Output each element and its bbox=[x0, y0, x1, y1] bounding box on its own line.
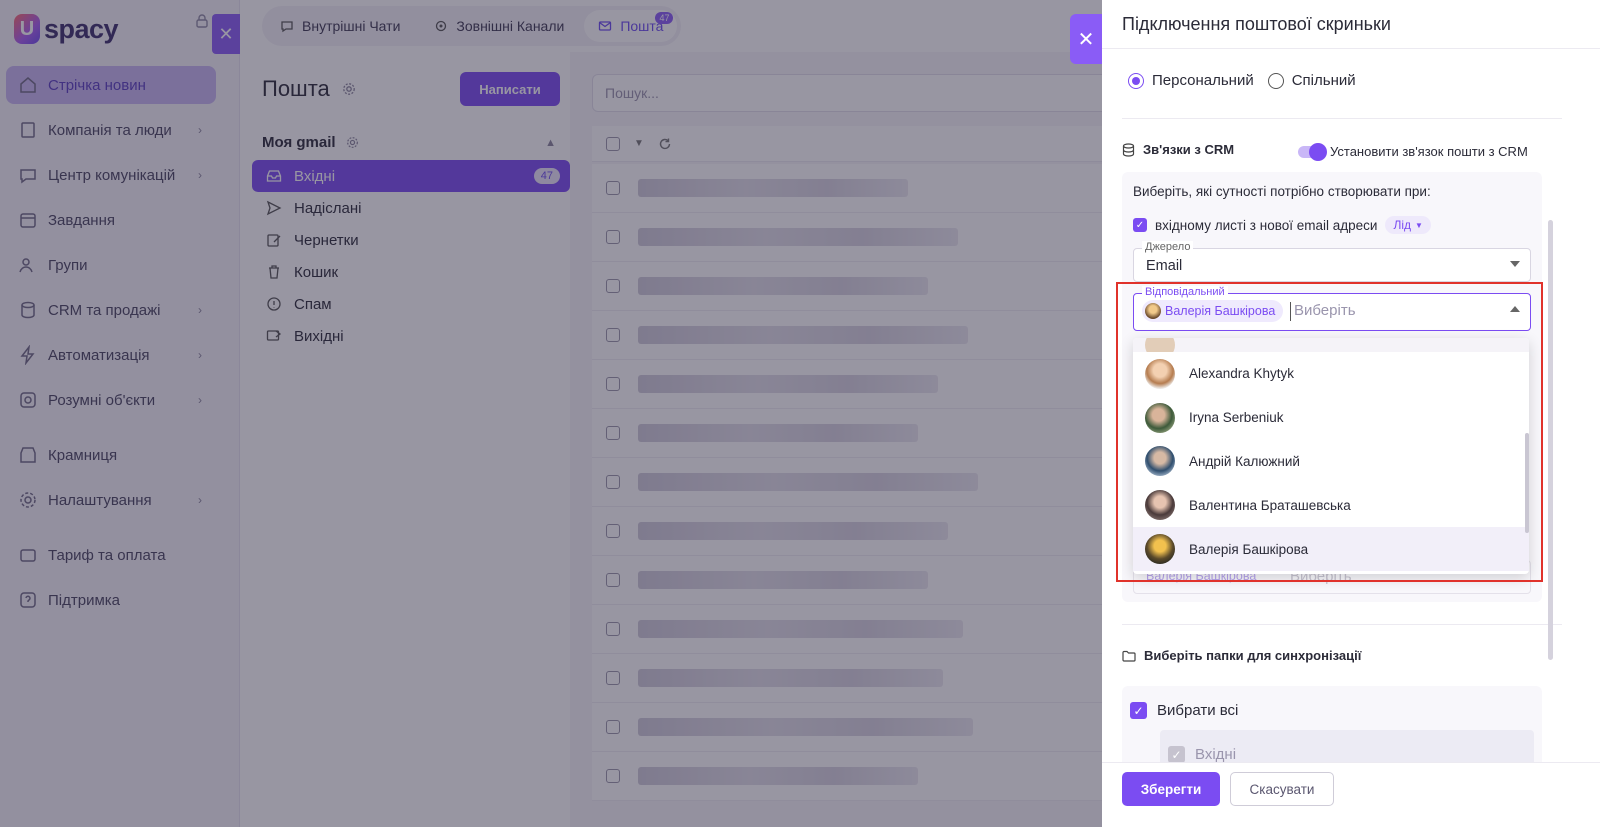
field-label: Джерело bbox=[1142, 241, 1194, 253]
radio-label: Спільний bbox=[1291, 72, 1356, 89]
drawer-scrollbar[interactable] bbox=[1548, 220, 1553, 660]
mailbox-type-radio-group: Персональний Спільний bbox=[1128, 72, 1356, 89]
toggle-switch[interactable] bbox=[1298, 142, 1327, 161]
sync-folder-label: Вхідні bbox=[1195, 746, 1237, 763]
folder-icon bbox=[1122, 650, 1136, 662]
annotation-highlight-box bbox=[1116, 282, 1543, 582]
field-value: Email bbox=[1146, 258, 1183, 274]
close-icon: ✕ bbox=[1077, 28, 1095, 51]
sync-section-header: Виберіть папки для синхронізації bbox=[1122, 648, 1361, 663]
entity-label: Лід bbox=[1393, 218, 1411, 232]
crm-toggle[interactable]: Установити зв'язок пошти з CRM bbox=[1298, 142, 1528, 161]
select-all-folders[interactable]: ✓ Вибрати всі bbox=[1130, 702, 1238, 719]
radio-label: Персональний bbox=[1152, 72, 1254, 89]
database-icon bbox=[1122, 142, 1135, 157]
app-root: U spacy ✕ Стрічка новин Компанія та люди ›… bbox=[0, 0, 1600, 827]
drawer-title: Підключення поштової скриньки bbox=[1122, 14, 1391, 34]
toggle-label: Установити зв'язок пошти з CRM bbox=[1330, 144, 1528, 159]
cancel-button[interactable]: Скасувати bbox=[1230, 772, 1334, 806]
radio-dot[interactable] bbox=[1128, 72, 1144, 89]
divider bbox=[1122, 624, 1562, 625]
drawer-footer: Зберегти Скасувати bbox=[1102, 762, 1600, 827]
drawer-close-button[interactable]: ✕ bbox=[1070, 14, 1102, 64]
divider bbox=[1102, 48, 1600, 49]
checkbox-checked[interactable]: ✓ bbox=[1133, 218, 1147, 232]
select-all-label: Вибрати всі bbox=[1157, 702, 1239, 719]
crm-hint: Виберіть, які сутності потрібно створюва… bbox=[1133, 184, 1431, 199]
incoming-label: вхідному листі з нової email адреси bbox=[1155, 217, 1378, 233]
incoming-email-option[interactable]: ✓ вхідному листі з нової email адреси Лі… bbox=[1133, 216, 1431, 234]
radio-personal[interactable]: Персональний bbox=[1128, 72, 1254, 89]
modal-overlay[interactable] bbox=[0, 0, 1102, 827]
sync-heading: Виберіть папки для синхронізації bbox=[1144, 648, 1362, 663]
checkbox-disabled: ✓ bbox=[1168, 746, 1185, 763]
crm-heading: Зв'язки з CRM bbox=[1143, 142, 1235, 157]
sync-folder-item: ✓ Вхідні bbox=[1168, 746, 1236, 763]
checkbox-checked[interactable]: ✓ bbox=[1130, 702, 1147, 719]
source-select[interactable]: Джерело Email bbox=[1133, 241, 1531, 282]
entity-select[interactable]: Лід ▼ bbox=[1385, 216, 1431, 234]
radio-shared[interactable]: Спільний bbox=[1267, 72, 1356, 89]
dropdown-arrow-icon bbox=[1510, 261, 1520, 267]
divider bbox=[1122, 118, 1562, 119]
radio-dot[interactable] bbox=[1267, 72, 1284, 89]
save-button[interactable]: Зберегти bbox=[1122, 772, 1220, 806]
chevron-down-icon: ▼ bbox=[1414, 220, 1423, 230]
